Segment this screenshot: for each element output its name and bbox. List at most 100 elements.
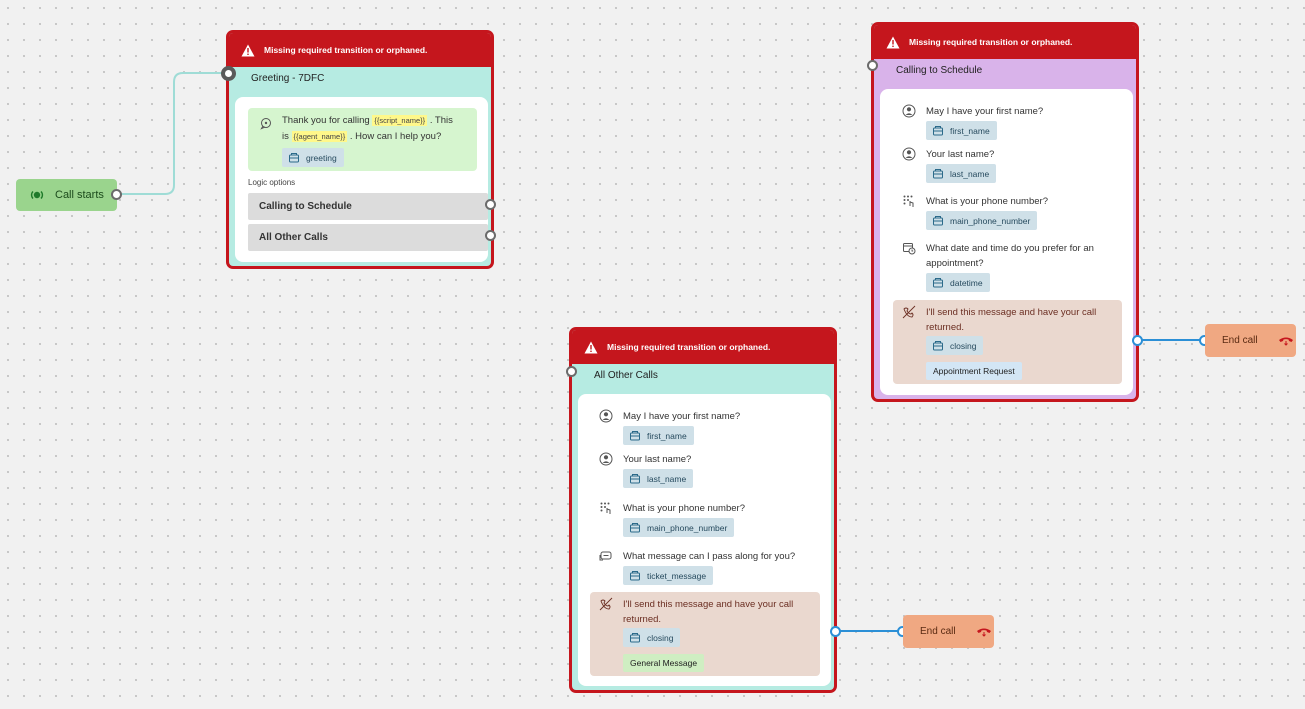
database-icon bbox=[629, 522, 641, 533]
end-call-label: End call bbox=[920, 626, 956, 637]
option-schedule-handle[interactable] bbox=[485, 199, 496, 210]
warning-banner: Missing required transition or orphaned. bbox=[874, 25, 1136, 59]
variable-chip[interactable]: greeting bbox=[282, 148, 344, 167]
question-step[interactable]: What is your phone number? main_phone_nu… bbox=[893, 189, 1122, 233]
question-step[interactable]: May I have your first name? first_name Y… bbox=[590, 404, 820, 490]
all-other-calls-node[interactable]: Missing required transition or orphaned.… bbox=[569, 327, 837, 693]
logic-option-calling-to-schedule[interactable]: Calling to Schedule bbox=[248, 193, 488, 220]
agent-name-variable: {{agent_name}} bbox=[291, 131, 348, 142]
edge-start-to-greeting bbox=[117, 72, 228, 195]
question-text: What message can I pass along for you? bbox=[623, 551, 796, 562]
variable-chip[interactable]: closing bbox=[926, 336, 984, 355]
database-icon bbox=[629, 632, 641, 643]
greeting-node[interactable]: Missing required transition or orphaned.… bbox=[226, 30, 494, 269]
database-icon bbox=[932, 168, 944, 179]
question-row: What message can I pass along for you? bbox=[599, 549, 795, 564]
end-call-node[interactable]: End call bbox=[1205, 324, 1296, 357]
question-text: Your last name? bbox=[623, 454, 692, 465]
question-row: May I have your first name? bbox=[902, 104, 1043, 119]
warning-triangle-icon bbox=[584, 341, 598, 354]
flow-canvas[interactable]: Call starts Missing required transition … bbox=[0, 0, 1305, 709]
greeting-step[interactable]: Thank you for calling {{script_name}} . … bbox=[248, 108, 477, 171]
closing-text-line: returned. bbox=[623, 614, 662, 625]
warning-banner: Missing required transition or orphaned. bbox=[572, 330, 834, 364]
database-icon bbox=[932, 215, 944, 226]
question-text: What is your phone number? bbox=[926, 196, 1048, 207]
person-icon bbox=[902, 147, 916, 161]
variable-name: last_name bbox=[950, 168, 990, 179]
schedule-input-handle[interactable] bbox=[867, 60, 878, 71]
question-row: I'll send this message and have your cal… bbox=[902, 305, 1096, 335]
greeting-text-part: is bbox=[282, 131, 289, 142]
person-icon bbox=[599, 452, 613, 466]
warning-text: Missing required transition or orphaned. bbox=[264, 45, 428, 55]
database-icon bbox=[932, 340, 944, 351]
node-body: May I have your first name? first_name Y… bbox=[880, 89, 1133, 395]
question-row: May I have your first name? bbox=[599, 409, 740, 424]
question-step[interactable]: What message can I pass along for you? t… bbox=[590, 544, 820, 588]
warning-banner: Missing required transition or orphaned. bbox=[229, 33, 491, 67]
outcome-tag[interactable]: Appointment Request bbox=[926, 362, 1022, 380]
question-text-line: What date and time do you prefer for an bbox=[926, 243, 1094, 254]
question-text-line: appointment? bbox=[926, 258, 984, 269]
variable-name: main_phone_number bbox=[950, 215, 1031, 226]
end-call-node[interactable]: End call bbox=[903, 615, 994, 648]
warning-triangle-icon bbox=[241, 44, 255, 57]
calendar-clock-icon bbox=[902, 241, 916, 255]
person-icon bbox=[902, 104, 916, 118]
closing-step[interactable]: I'll send this message and have your cal… bbox=[590, 592, 820, 676]
question-step[interactable]: What date and time do you prefer for an a… bbox=[893, 237, 1122, 296]
question-text: Your last name? bbox=[926, 149, 995, 160]
node-title: Calling to Schedule bbox=[896, 64, 983, 76]
closing-text: I'll send this message and have your cal… bbox=[623, 597, 793, 627]
calling-to-schedule-node[interactable]: Missing required transition or orphaned.… bbox=[871, 22, 1139, 402]
greeting-text: Thank you for calling {{script_name}} . … bbox=[282, 113, 472, 145]
other-input-handle[interactable] bbox=[566, 366, 577, 377]
closing-text-line: I'll send this message and have your cal… bbox=[926, 307, 1097, 318]
variable-chip[interactable]: first_name bbox=[926, 121, 997, 140]
phone-keypad-icon bbox=[599, 501, 613, 515]
variable-name: greeting bbox=[306, 152, 337, 163]
variable-chip[interactable]: datetime bbox=[926, 273, 990, 292]
variable-chip[interactable]: closing bbox=[623, 628, 681, 647]
question-step[interactable]: What is your phone number? main_phone_nu… bbox=[590, 496, 820, 540]
variable-chip[interactable]: last_name bbox=[926, 164, 997, 183]
outcome-tag[interactable]: General Message bbox=[623, 654, 705, 672]
database-icon bbox=[932, 277, 944, 288]
start-output-handle[interactable] bbox=[111, 189, 122, 200]
other-output-handle[interactable] bbox=[830, 626, 841, 637]
question-step[interactable]: May I have your first name? first_name Y… bbox=[893, 99, 1122, 185]
node-body: May I have your first name? first_name Y… bbox=[578, 394, 831, 686]
greeting-text-part: Thank you for calling bbox=[282, 115, 370, 126]
schedule-output-handle[interactable] bbox=[1132, 335, 1143, 346]
script-name-variable: {{script_name}} bbox=[372, 115, 428, 126]
end-call-label: End call bbox=[1222, 335, 1258, 346]
question-row: Your last name? bbox=[599, 452, 691, 467]
closing-step[interactable]: I'll send this message and have your cal… bbox=[893, 300, 1122, 384]
database-icon bbox=[629, 570, 641, 581]
variable-name: datetime bbox=[950, 277, 983, 288]
question-row: Your last name? bbox=[902, 147, 994, 162]
variable-name: closing bbox=[950, 340, 977, 351]
variable-chip[interactable]: last_name bbox=[623, 469, 694, 488]
variable-name: main_phone_number bbox=[647, 522, 728, 533]
question-row: What is your phone number? bbox=[599, 501, 745, 516]
greeting-input-handle[interactable] bbox=[221, 66, 236, 81]
hangup-phone-icon bbox=[976, 627, 992, 637]
node-title: Greeting - 7DFC bbox=[251, 72, 325, 84]
variable-chip[interactable]: ticket_message bbox=[623, 566, 714, 585]
closing-text-line: returned. bbox=[926, 322, 965, 333]
variable-chip[interactable]: main_phone_number bbox=[926, 211, 1038, 230]
question-text: What date and time do you prefer for an a… bbox=[926, 241, 1094, 271]
warning-triangle-icon bbox=[886, 36, 900, 49]
option-other-handle[interactable] bbox=[485, 230, 496, 241]
variable-name: ticket_message bbox=[647, 570, 707, 581]
greeting-text-part: . How can I help you? bbox=[349, 131, 442, 142]
call-starts-node[interactable]: Call starts bbox=[16, 179, 117, 211]
closing-text: I'll send this message and have your cal… bbox=[926, 305, 1096, 335]
warning-text: Missing required transition or orphaned. bbox=[607, 342, 771, 352]
variable-chip[interactable]: main_phone_number bbox=[623, 518, 735, 537]
variable-chip[interactable]: first_name bbox=[623, 426, 694, 445]
logic-option-all-other-calls[interactable]: All Other Calls bbox=[248, 224, 488, 251]
variable-name: first_name bbox=[950, 125, 990, 136]
